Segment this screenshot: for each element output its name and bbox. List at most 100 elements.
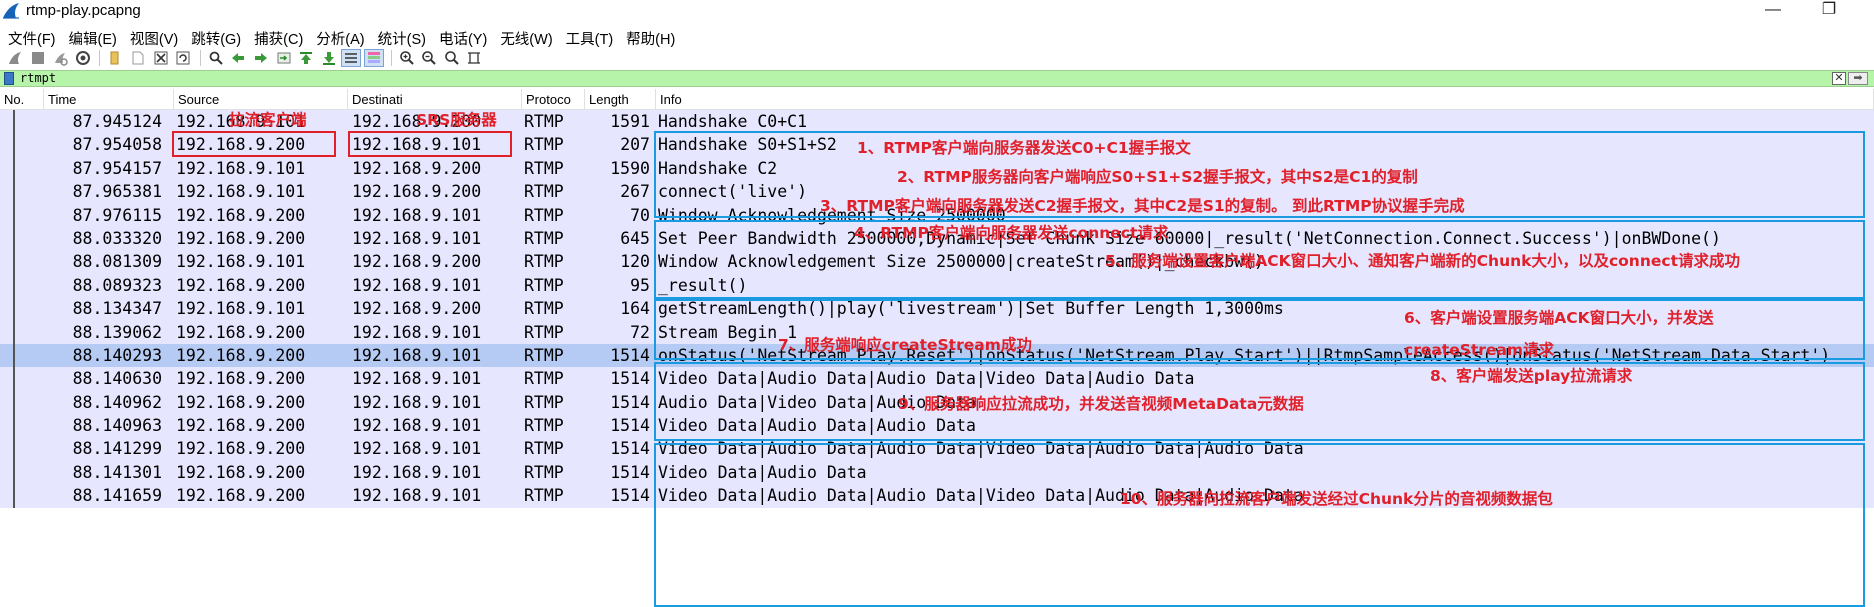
minimize-button[interactable]: — bbox=[1750, 0, 1796, 22]
cell-source: 192.168.9.200 bbox=[176, 439, 306, 459]
cell-time: 87.965381 bbox=[72, 182, 162, 202]
packet-list-header: No. Time Source Destinati Protoco Length… bbox=[0, 89, 1874, 110]
find-packet-icon[interactable] bbox=[206, 49, 226, 67]
apply-filter-button[interactable]: ➡ bbox=[1848, 72, 1868, 85]
colorize-icon[interactable] bbox=[363, 49, 384, 67]
menu-help[interactable]: 帮助(H) bbox=[624, 26, 681, 48]
related-packet-marker bbox=[13, 343, 15, 368]
related-packet-marker bbox=[13, 273, 15, 298]
menu-tools[interactable]: 工具(T) bbox=[564, 26, 620, 48]
column-header-destination[interactable]: Destinati bbox=[348, 89, 522, 110]
cell-info: Video Data|Audio Data|Audio Data bbox=[658, 416, 976, 436]
start-capture-icon[interactable] bbox=[5, 49, 25, 67]
related-packet-marker bbox=[13, 203, 15, 227]
open-file-icon[interactable] bbox=[105, 49, 125, 67]
menu-file[interactable]: 文件(F) bbox=[6, 26, 62, 48]
wireshark-fin-icon bbox=[3, 3, 19, 19]
display-filter-input[interactable] bbox=[20, 71, 1820, 86]
stop-capture-icon[interactable] bbox=[28, 49, 48, 67]
table-row[interactable]: 88.141299 192.168.9.200 192.168.9.101 RTMP 1… bbox=[0, 437, 1874, 461]
annotation-step-1: 1、RTMP客户端向服务器发送C0+C1握手报文 bbox=[857, 139, 1191, 157]
cell-info: Video Data|Audio Data|Audio Data|Video D… bbox=[658, 439, 1304, 459]
go-to-packet-icon[interactable] bbox=[274, 49, 294, 67]
cell-length: 1514 bbox=[610, 369, 650, 389]
cell-destination: 192.168.9.101 bbox=[352, 439, 482, 459]
go-last-icon[interactable] bbox=[319, 49, 339, 67]
go-back-icon[interactable] bbox=[228, 49, 248, 67]
zoom-out-icon[interactable] bbox=[419, 49, 439, 67]
clear-filter-button[interactable]: ✕ bbox=[1832, 72, 1846, 85]
zoom-in-icon[interactable] bbox=[397, 49, 417, 67]
cell-length: 1514 bbox=[610, 416, 650, 436]
cell-protocol: RTMP bbox=[524, 345, 564, 365]
menu-wireless[interactable]: 无线(W) bbox=[498, 26, 558, 48]
related-packet-marker bbox=[13, 250, 15, 274]
cell-time: 88.033320 bbox=[72, 228, 162, 248]
cell-source: 192.168.9.200 bbox=[176, 392, 306, 412]
annotation-step-6-line1: 6、客户端设置服务端ACK窗口大小，并发送 bbox=[1404, 309, 1714, 327]
title-bar: rtmp-play.pcapng — ❐ bbox=[0, 0, 1874, 22]
cell-source: 192.168.9.200 bbox=[176, 462, 306, 482]
cell-info: Handshake C0+C1 bbox=[658, 112, 808, 131]
cell-info: Video Data|Audio Data bbox=[658, 462, 867, 482]
cell-destination: 192.168.9.200 bbox=[352, 182, 482, 202]
cell-protocol: RTMP bbox=[524, 322, 564, 342]
go-first-icon[interactable] bbox=[296, 49, 316, 67]
capture-options-icon[interactable] bbox=[73, 49, 93, 67]
close-file-icon[interactable] bbox=[151, 49, 171, 67]
menu-analyze[interactable]: 分析(A) bbox=[314, 26, 370, 48]
menu-statistics[interactable]: 统计(S) bbox=[376, 26, 432, 48]
cell-protocol: RTMP bbox=[524, 439, 564, 459]
maximize-button[interactable]: ❐ bbox=[1806, 0, 1852, 22]
cell-time: 88.141301 bbox=[72, 462, 162, 482]
resize-columns-icon[interactable] bbox=[464, 49, 484, 67]
auto-scroll-icon[interactable] bbox=[341, 49, 362, 67]
table-row[interactable]: 88.140963 192.168.9.200 192.168.9.101 RTMP 1… bbox=[0, 414, 1874, 438]
menu-telephony[interactable]: 电话(Y) bbox=[437, 26, 493, 48]
cell-length: 72 bbox=[630, 322, 650, 342]
annotation-step-4: 4、RTMP客户端向服务器发送connect请求 bbox=[854, 224, 1169, 242]
menu-edit[interactable]: 编辑(E) bbox=[67, 26, 123, 48]
main-toolbar bbox=[0, 48, 1874, 68]
cell-time: 87.945124 bbox=[72, 112, 162, 131]
restart-capture-icon[interactable] bbox=[50, 49, 70, 67]
column-header-source[interactable]: Source bbox=[174, 89, 348, 110]
cell-length: 267 bbox=[620, 182, 650, 202]
menu-go[interactable]: 跳转(G) bbox=[189, 26, 247, 48]
column-header-info[interactable]: Info bbox=[656, 89, 1874, 110]
menu-view[interactable]: 视图(V) bbox=[128, 26, 184, 48]
cell-source: 192.168.9.200 bbox=[176, 345, 306, 365]
annotation-step-7: 7、服务端响应createStream成功 bbox=[778, 336, 1032, 354]
reload-file-icon[interactable] bbox=[173, 49, 193, 67]
cell-time: 87.954157 bbox=[72, 158, 162, 178]
menu-capture[interactable]: 捕获(C) bbox=[252, 26, 309, 48]
related-packet-marker bbox=[13, 390, 15, 415]
column-header-time[interactable]: Time bbox=[44, 89, 174, 110]
annotation-step-6-line2: createStream请求 bbox=[1404, 341, 1555, 359]
save-file-icon[interactable] bbox=[128, 49, 148, 67]
cell-length: 70 bbox=[630, 205, 650, 225]
cell-destination: 192.168.9.101 bbox=[352, 416, 482, 436]
cell-time: 88.141299 bbox=[72, 439, 162, 459]
table-row[interactable]: 88.089323 192.168.9.200 192.168.9.101 RTMP 9… bbox=[0, 273, 1874, 298]
annotation-source-label: 拉流客户端 bbox=[229, 111, 307, 129]
column-header-no[interactable]: No. bbox=[0, 89, 44, 110]
bookmark-icon[interactable] bbox=[4, 72, 14, 85]
annotation-step-10: 10、服务器向拉流客户端发送经过Chunk分片的音视频数据包 bbox=[1120, 490, 1553, 508]
cell-protocol: RTMP bbox=[524, 252, 564, 272]
window-title: rtmp-play.pcapng bbox=[26, 2, 141, 19]
column-header-protocol[interactable]: Protoco bbox=[522, 89, 585, 110]
cell-time: 88.140962 bbox=[72, 392, 162, 412]
cell-protocol: RTMP bbox=[524, 392, 564, 412]
table-row[interactable]: 88.141301 192.168.9.200 192.168.9.101 RTMP 1… bbox=[0, 460, 1874, 485]
table-row[interactable]: 88.141659 192.168.9.200 192.168.9.101 RTMP 1… bbox=[0, 484, 1874, 508]
cell-time: 88.140630 bbox=[72, 369, 162, 389]
annotation-step-3: 3、RTMP客户端向服务器发送C2握手报文，其中C2是S1的复制。 到此RTMP… bbox=[820, 197, 1465, 215]
go-forward-icon[interactable] bbox=[251, 49, 271, 67]
cell-destination: 192.168.9.101 bbox=[352, 322, 482, 342]
cell-source: 192.168.9.200 bbox=[176, 228, 306, 248]
column-header-length[interactable]: Length bbox=[585, 89, 656, 110]
cell-protocol: RTMP bbox=[524, 416, 564, 436]
zoom-normal-icon[interactable] bbox=[442, 49, 462, 67]
cell-protocol: RTMP bbox=[524, 486, 564, 506]
